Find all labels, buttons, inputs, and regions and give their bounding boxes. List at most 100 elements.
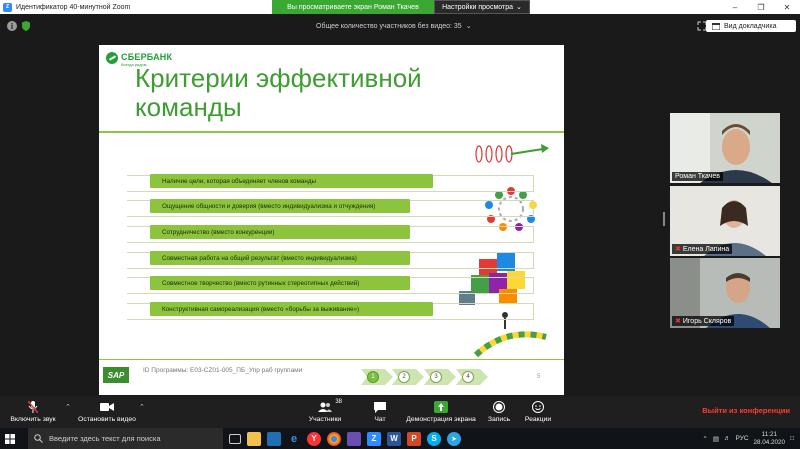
- step-number: 3: [430, 371, 442, 383]
- taskbar-apps: e Y Z W P S ➤: [229, 431, 461, 446]
- participants-label: Участники: [308, 416, 342, 423]
- task-view-icon[interactable]: [229, 433, 241, 444]
- step-3: 3: [424, 369, 456, 385]
- search-icon: [34, 434, 43, 443]
- notifications-icon[interactable]: □: [790, 435, 794, 442]
- system-tray: ⌃ ▤ ♬ РУС 11:21 28.04.2020 □: [702, 428, 800, 449]
- participant-tile[interactable]: ✖ Игорь Скляров: [670, 258, 780, 328]
- close-icon[interactable]: ✕: [774, 0, 800, 14]
- participant-name: Роман Ткачев: [672, 172, 723, 181]
- view-mode-label: Вид докладчика: [724, 22, 777, 30]
- participant-name-label: Елена Лапина: [682, 245, 730, 253]
- audio-options-caret[interactable]: ⌃: [65, 403, 71, 411]
- participants-button[interactable]: 38 Участники: [302, 396, 348, 428]
- leave-meeting-button[interactable]: Выйти из конференции: [702, 406, 790, 415]
- criterion-item: Ощущение общности и доверия (вместо инди…: [150, 199, 410, 213]
- share-screen-label: Демонстрация экрана: [406, 416, 476, 423]
- step-4: 4: [456, 369, 488, 385]
- chat-button[interactable]: Чат: [364, 396, 396, 428]
- share-screen-button[interactable]: Демонстрация экрана: [404, 396, 478, 428]
- video-camera-icon: [100, 403, 114, 411]
- taskbar-search[interactable]: Введите здесь текст для поиска: [28, 428, 223, 449]
- unmute-button[interactable]: Включить звук: [4, 396, 62, 428]
- window-title: Идентификатор 40-минутной Zoom: [16, 3, 131, 11]
- file-explorer-icon[interactable]: [247, 431, 261, 446]
- criterion-item: Наличие цели, которая объединяет членов …: [150, 174, 433, 188]
- chrome-icon[interactable]: [327, 431, 341, 446]
- chat-label: Чат: [374, 416, 386, 423]
- word-icon[interactable]: W: [387, 431, 401, 446]
- view-mode-button[interactable]: Вид докладчика: [706, 20, 796, 32]
- chevron-down-icon: ⌄: [516, 4, 522, 11]
- shared-screen-slide: СБЕРБАНК Всегда рядом Критерии эффективн…: [99, 45, 564, 395]
- no-video-count[interactable]: Общее количество участников без видео: 3…: [316, 22, 472, 30]
- reactions-button[interactable]: Реакции: [522, 396, 554, 428]
- network-icon[interactable]: ▤: [713, 435, 719, 443]
- skype-icon[interactable]: S: [427, 431, 441, 446]
- participant-name-label: Роман Ткачев: [675, 173, 720, 180]
- tray-up-icon[interactable]: ⌃: [702, 435, 707, 443]
- video-button[interactable]: Остановить видео: [74, 396, 140, 428]
- language-indicator[interactable]: РУС: [736, 435, 749, 442]
- share-screen-icon: [434, 401, 448, 413]
- clock-date: 28.04.2020: [753, 438, 786, 446]
- windows-start-icon[interactable]: [0, 428, 20, 449]
- participant-name: ✖ Игорь Скляров: [672, 316, 735, 326]
- view-settings-button[interactable]: Настройки просмотра ⌄: [434, 0, 530, 14]
- unmute-label: Включить звук: [10, 416, 56, 423]
- step-number: 2: [398, 371, 410, 383]
- volume-icon[interactable]: ♬: [724, 435, 731, 442]
- zoom-logo-icon: Z: [3, 2, 12, 12]
- view-settings-label: Настройки просмотра: [442, 3, 513, 11]
- minimize-icon[interactable]: –: [722, 0, 748, 14]
- record-button[interactable]: Запись: [486, 396, 512, 428]
- mic-muted-icon: [28, 401, 38, 413]
- edge-icon[interactable]: e: [287, 432, 301, 446]
- meeting-controls: Включить звук ⌃ Остановить видео ⌃ 38 Уч…: [0, 396, 800, 428]
- calendar-icon[interactable]: [267, 431, 281, 446]
- criterion-item: Сотрудничество (вместо конкуренции): [150, 225, 410, 239]
- logo-text: СБЕРБАНК: [121, 52, 173, 62]
- program-id: ID Программы: E03-CZ01-005_ПБ_Упр раб гр…: [143, 367, 303, 374]
- sap-logo: SAP: [103, 367, 129, 383]
- zoom-taskbar-icon[interactable]: Z: [367, 431, 381, 446]
- chat-icon: [374, 401, 386, 413]
- speaker-view-icon: [712, 22, 720, 30]
- participant-name-label: Игорь Скляров: [682, 317, 732, 325]
- participants-count: 38: [335, 399, 342, 405]
- info-icon[interactable]: i: [7, 21, 17, 31]
- record-icon: [493, 401, 505, 413]
- viewing-screen-label: Вы просматриваете экран Роман Ткачев: [272, 0, 434, 14]
- telegram-icon[interactable]: ➤: [447, 431, 461, 446]
- maximize-icon[interactable]: ❐: [748, 0, 774, 14]
- step-2: 2: [392, 369, 424, 385]
- participants-icon: [318, 402, 332, 412]
- meeting-info-bar: i Общее количество участников без видео:…: [0, 14, 800, 38]
- yandex-browser-icon[interactable]: Y: [307, 431, 321, 446]
- photos-icon[interactable]: [347, 431, 361, 446]
- step-1: 1: [361, 369, 393, 385]
- reactions-label: Реакции: [524, 416, 552, 423]
- chevron-down-icon: ⌄: [465, 23, 472, 30]
- participant-name: ✖ Елена Лапина: [672, 244, 733, 254]
- criterion-item: Конструктивная самореализация (вместо «б…: [150, 302, 433, 316]
- zoom-window: Z Идентификатор 40-минутной Zoom Вы прос…: [0, 0, 800, 449]
- darts-target-icon: [475, 144, 549, 163]
- video-options-caret[interactable]: ⌃: [139, 403, 145, 411]
- clock-time: 11:21: [761, 430, 777, 438]
- slide-title: Критерии эффективной команды: [135, 63, 422, 122]
- powerpoint-icon[interactable]: P: [407, 431, 421, 446]
- os-taskbar: Введите здесь текст для поиска e Y Z W P…: [0, 428, 800, 449]
- reactions-icon: [532, 401, 544, 413]
- no-video-count-label: Общее количество участников без видео: 3…: [316, 23, 462, 30]
- criterion-item: Совместное творчество (вместо рутинных с…: [150, 276, 410, 290]
- clock[interactable]: 11:21 28.04.2020: [754, 431, 786, 447]
- participant-tile[interactable]: ✖ Елена Лапина: [670, 186, 780, 256]
- mic-muted-icon: ✖: [675, 246, 681, 253]
- window-controls: – ❐ ✕: [722, 0, 800, 14]
- participant-tile[interactable]: Роман Ткачев: [670, 113, 780, 183]
- panel-resize-handle[interactable]: [663, 212, 665, 226]
- record-label: Запись: [487, 416, 511, 423]
- step-number: 4: [462, 371, 474, 383]
- shield-icon[interactable]: [22, 21, 30, 31]
